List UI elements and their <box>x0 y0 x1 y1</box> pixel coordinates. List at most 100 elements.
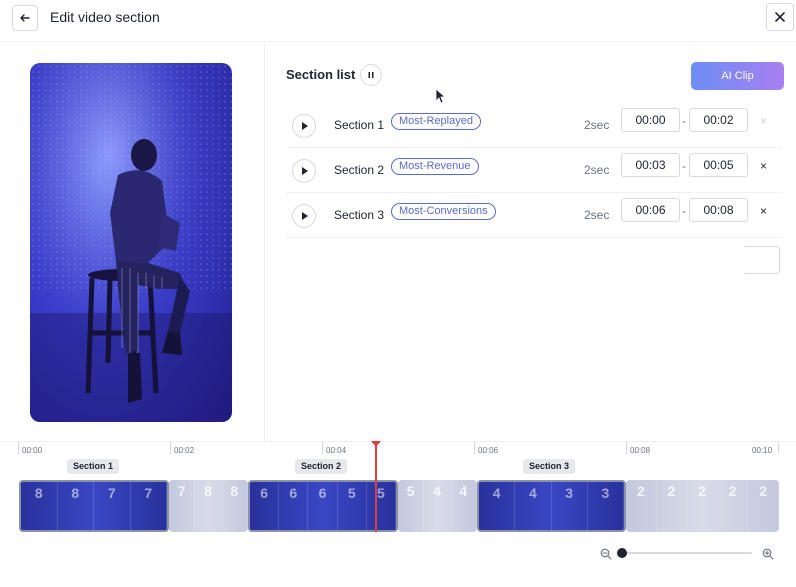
ruler-tick <box>170 442 171 454</box>
start-time-input[interactable] <box>621 153 680 177</box>
remove-section-button[interactable]: × <box>760 204 767 218</box>
clip-frames: 7 8 8 <box>169 480 248 532</box>
section-chip: Section 3 <box>523 459 576 474</box>
ruler-tick <box>18 442 19 454</box>
timeline[interactable]: 00:00 00:02 00:04 00:06 00:08 00:10 Sect… <box>0 441 796 587</box>
ai-clip-button[interactable]: AI Clip <box>691 62 784 90</box>
frame-thumbnail: 7 <box>169 480 196 532</box>
video-preview[interactable] <box>30 63 232 422</box>
frame-thumbnail: 4 <box>479 482 516 530</box>
video-preview-panel <box>0 43 265 441</box>
section-tag: Most-Replayed <box>391 113 481 130</box>
pause-icon <box>368 72 374 78</box>
arrow-left-icon <box>20 14 30 22</box>
ruler-tick <box>778 442 779 454</box>
remove-section-button[interactable]: × <box>760 159 767 173</box>
section-duration: 2sec <box>584 208 610 222</box>
close-icon <box>775 12 785 22</box>
section-duration: 2sec <box>584 118 610 132</box>
back-button[interactable] <box>12 5 38 31</box>
zoom-slider-handle[interactable] <box>617 548 627 558</box>
section-tag: Most-Conversions <box>391 203 496 220</box>
play-icon <box>302 167 308 175</box>
section-name: Section 2 <box>334 163 385 177</box>
frame-thumbnail: 8 <box>195 480 222 532</box>
frame-thumbnail: 5 <box>338 482 367 530</box>
gap-clip[interactable]: 2 2 2 2 2 <box>626 480 779 532</box>
start-time-input[interactable] <box>621 198 680 222</box>
remove-section-button[interactable]: × <box>760 114 767 128</box>
frame-thumbnail: 3 <box>588 482 624 530</box>
playhead[interactable] <box>375 442 377 532</box>
gap-clip[interactable]: 5 4 4 <box>398 480 477 532</box>
clip-frames: 4 4 3 3 <box>479 482 624 530</box>
mouse-cursor-icon <box>435 88 447 104</box>
play-icon <box>302 122 308 130</box>
play-section-button[interactable] <box>292 204 316 228</box>
section-row: Section 3 Most-Conversions 2sec - × <box>286 194 782 238</box>
gap-clip[interactable]: 7 8 8 <box>169 480 248 532</box>
play-section-button[interactable] <box>292 159 316 183</box>
play-icon <box>302 212 308 220</box>
ruler-label: 00:00 <box>22 446 43 455</box>
frame-thumbnail: 7 <box>94 482 131 530</box>
header: Edit video section <box>0 0 796 42</box>
frame-thumbnail: 3 <box>552 482 588 530</box>
zoom-out-icon[interactable] <box>600 548 612 560</box>
ruler-label: 00:08 <box>630 446 651 455</box>
frame-thumbnail: 6 <box>308 482 338 530</box>
play-section-button[interactable] <box>292 114 316 138</box>
playhead-handle[interactable] <box>371 441 381 447</box>
section-name: Section 1 <box>334 118 385 132</box>
ruler-tick <box>474 442 475 454</box>
pause-button[interactable] <box>360 64 382 86</box>
section-list-heading: Section list <box>286 67 356 82</box>
range-separator: - <box>682 204 686 218</box>
add-section-box[interactable] <box>745 246 780 274</box>
frame-thumbnail: 7 <box>131 482 167 530</box>
zoom-in-icon[interactable] <box>762 548 774 560</box>
frame-thumbnail: 2 <box>718 480 749 532</box>
section-duration: 2sec <box>584 163 610 177</box>
section-clip-3[interactable]: 4 4 3 3 <box>477 480 626 532</box>
frame-thumbnail: 2 <box>626 480 657 532</box>
video-frame-image <box>30 63 232 422</box>
frame-thumbnail: 2 <box>687 480 718 532</box>
clip-frames: 5 4 4 <box>398 480 477 532</box>
clip-frames: 2 2 2 2 2 <box>626 480 779 532</box>
end-time-input[interactable] <box>689 108 748 132</box>
start-time-input[interactable] <box>621 108 680 132</box>
frame-thumbnail: 4 <box>424 480 451 532</box>
page-title: Edit video section <box>50 9 160 25</box>
ruler-label: 00:10 <box>752 446 773 455</box>
end-time-input[interactable] <box>689 198 748 222</box>
ruler-label: 00:06 <box>478 446 499 455</box>
ruler-tick <box>626 442 627 454</box>
frame-thumbnail: 4 <box>515 482 552 530</box>
frame-thumbnail: 2 <box>748 480 779 532</box>
frame-thumbnail: 8 <box>21 482 58 530</box>
section-chip: Section 2 <box>295 459 348 474</box>
close-button[interactable] <box>766 3 794 31</box>
ruler-label: 00:02 <box>174 446 195 455</box>
frame-thumbnail: 8 <box>58 482 94 530</box>
frame-thumbnail: 6 <box>279 482 309 530</box>
clip-frames: 8 8 7 7 <box>21 482 167 530</box>
frame-thumbnail: 4 <box>451 480 477 532</box>
frame-thumbnail: 6 <box>250 482 280 530</box>
section-name: Section 3 <box>334 208 385 222</box>
range-separator: - <box>682 114 686 128</box>
section-tag: Most-Revenue <box>391 158 479 175</box>
zoom-slider-track[interactable] <box>620 552 752 554</box>
frame-thumbnail: 8 <box>222 480 248 532</box>
ruler-label: 00:04 <box>326 446 347 455</box>
ruler-tick <box>322 442 323 454</box>
section-clip-1[interactable]: 8 8 7 7 <box>19 480 169 532</box>
frame-thumbnail: 2 <box>657 480 688 532</box>
section-chip: Section 1 <box>67 459 120 474</box>
range-separator: - <box>682 159 686 173</box>
section-row: Section 1 Most-Replayed 2sec - × <box>286 104 782 148</box>
frame-thumbnail: 5 <box>398 480 425 532</box>
section-row: Section 2 Most-Revenue 2sec - × <box>286 149 782 193</box>
end-time-input[interactable] <box>689 153 748 177</box>
